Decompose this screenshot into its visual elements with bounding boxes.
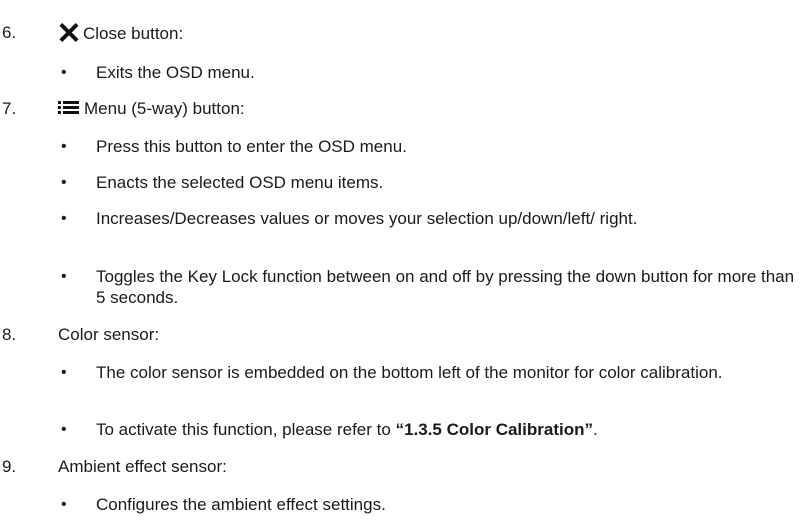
bullet-text: Configures the ambient effect settings. — [96, 495, 386, 514]
bullet-dot: • — [61, 174, 67, 191]
bullet-text: Increases/Decreases values or moves your… — [96, 209, 638, 228]
section-title: Color sensor: — [58, 325, 160, 344]
section-number: 8. — [2, 325, 17, 344]
menu-list-icon — [58, 101, 80, 115]
bullet-text: Press this button to enter the OSD menu. — [96, 137, 407, 156]
bullet-dot: • — [61, 210, 67, 227]
section-title-text: Menu (5-way) button: — [84, 99, 245, 118]
section-title-text: Close button: — [83, 24, 184, 43]
bullet-text: Toggles the Key Lock function between on… — [96, 267, 795, 307]
bullet-dot: • — [61, 421, 67, 438]
bullet-dot: • — [61, 364, 67, 381]
section-title: Menu (5-way) button: — [58, 98, 245, 119]
bullet-dot: • — [61, 496, 67, 513]
bullet-text: The color sensor is embedded on the bott… — [96, 363, 723, 382]
section-title: Close button: — [58, 22, 183, 44]
section-number: 6. — [2, 23, 17, 42]
bullet-dot: • — [61, 268, 67, 285]
reference-suffix: . — [593, 420, 598, 439]
bullet-dot: • — [61, 138, 67, 155]
bullet-dot: • — [61, 64, 67, 81]
section-number: 9. — [2, 457, 17, 476]
bullet-text-main: To activate this function, please refer … — [96, 420, 396, 439]
color-calibration-reference: “1.3.5 Color Calibration” — [395, 420, 593, 439]
bullet-text: To activate this function, please refer … — [96, 419, 796, 440]
section-number: 7. — [2, 99, 17, 118]
section-title: Ambient effect sensor: — [58, 457, 227, 476]
bullet-text: Exits the OSD menu. — [96, 63, 255, 82]
close-x-icon — [58, 22, 80, 42]
bullet-text: Enacts the selected OSD menu items. — [96, 173, 384, 192]
manual-page: 6. Close button: • Exits the OSD menu. 7… — [0, 0, 801, 528]
